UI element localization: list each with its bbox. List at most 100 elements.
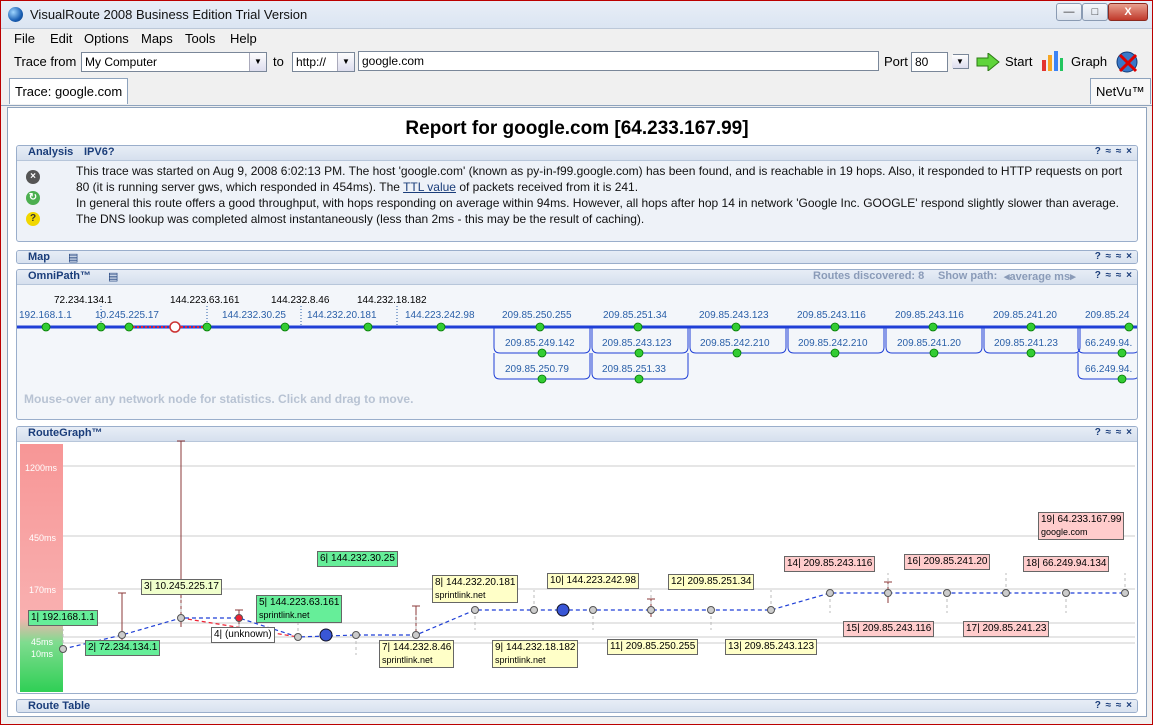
hop-point[interactable] — [118, 631, 126, 639]
omni-node[interactable] — [280, 322, 290, 332]
hop-label-box[interactable]: 11| 209.85.250.255 — [607, 639, 699, 655]
hop-point[interactable] — [589, 606, 597, 614]
minimize-button[interactable]: — — [1056, 3, 1082, 21]
hop-point[interactable] — [352, 631, 360, 639]
hop-point[interactable] — [530, 606, 538, 614]
hop-label-box[interactable]: 15| 209.85.243.116 — [843, 621, 935, 637]
unknown-hop-icon[interactable] — [169, 321, 181, 333]
menu-maps[interactable]: Maps — [141, 31, 173, 46]
protocol-select[interactable]: http:// ▼ — [292, 52, 355, 72]
start-arrow-icon[interactable] — [976, 53, 1000, 71]
panel-controls[interactable]: ? ≈ ≈ × — [1095, 251, 1133, 262]
omni-node[interactable] — [436, 322, 446, 332]
hop-label-box[interactable]: 12| 209.85.251.34 — [668, 574, 755, 590]
analysis-title[interactable]: Analysis — [28, 146, 73, 158]
menu-options[interactable]: Options — [84, 31, 129, 46]
omni-node[interactable] — [634, 374, 644, 384]
stop-globe-icon[interactable] — [1115, 50, 1141, 74]
route-table-title[interactable]: Route Table — [28, 700, 90, 712]
panel-controls[interactable]: ? ≈ ≈ × — [1095, 146, 1133, 157]
hop-label-box[interactable]: 18| 66.249.94.134 — [1023, 556, 1110, 572]
omni-node[interactable] — [1117, 374, 1127, 384]
omni-node[interactable] — [929, 348, 939, 358]
hop-label-box[interactable]: 16| 209.85.241.20 — [904, 554, 991, 570]
omni-node[interactable] — [634, 348, 644, 358]
omni-node[interactable] — [1124, 322, 1134, 332]
omni-node[interactable] — [732, 348, 742, 358]
hop-label-box[interactable]: 3| 10.245.225.17 — [141, 579, 222, 595]
maximize-button[interactable]: □ — [1082, 3, 1108, 21]
omni-node[interactable] — [363, 322, 373, 332]
omni-node[interactable] — [731, 322, 741, 332]
hop-point[interactable] — [471, 606, 479, 614]
hop-point[interactable] — [412, 631, 420, 639]
hop-point[interactable] — [1002, 589, 1010, 597]
hop-point[interactable] — [884, 589, 892, 597]
omni-node[interactable] — [537, 348, 547, 358]
help-icon[interactable]: ? — [26, 212, 40, 226]
hop-point[interactable] — [294, 633, 302, 641]
omni-node[interactable] — [96, 322, 106, 332]
hop-point[interactable] — [235, 614, 243, 622]
hop-label-box[interactable]: 9| 144.232.18.182 sprintlink.net — [492, 640, 579, 668]
hop-point[interactable] — [943, 589, 951, 597]
omni-node[interactable] — [1026, 322, 1036, 332]
hop-label-box[interactable]: 14| 209.85.243.116 — [784, 556, 876, 572]
network-change-icon[interactable] — [319, 628, 333, 642]
tab-netvu[interactable]: NetVu™ — [1090, 78, 1151, 104]
network-change-icon[interactable] — [556, 603, 570, 617]
ipv6-link[interactable]: IPV6? — [84, 146, 115, 158]
hop-label-box[interactable]: 17| 209.85.241.23 — [963, 621, 1050, 637]
chevron-down-icon[interactable]: ▼ — [337, 53, 354, 71]
hop-label-box[interactable]: 13| 209.85.243.123 — [725, 639, 818, 655]
menu-tools[interactable]: Tools — [185, 31, 215, 46]
menu-file[interactable]: File — [14, 31, 35, 46]
chevron-down-icon[interactable]: ▼ — [952, 55, 968, 68]
hop-point[interactable] — [59, 645, 67, 653]
hop-point[interactable] — [767, 606, 775, 614]
panel-controls[interactable]: ? ≈ ≈ × — [1095, 700, 1133, 711]
map-title[interactable]: Map — [28, 251, 50, 263]
hop-point[interactable] — [647, 606, 655, 614]
list-icon[interactable]: ▤ — [68, 251, 78, 263]
omni-node[interactable] — [124, 322, 134, 332]
graph-button[interactable]: Graph — [1071, 54, 1107, 69]
hop-label-box[interactable]: 5| 144.223.63.161 sprintlink.net — [256, 595, 343, 623]
omni-node[interactable] — [1026, 348, 1036, 358]
hop-point[interactable] — [1121, 589, 1129, 597]
hop-label-box[interactable]: 8| 144.232.20.181 sprintlink.net — [432, 575, 519, 603]
hop-label-box[interactable]: 10| 144.223.242.98 — [547, 573, 640, 589]
omni-node[interactable] — [830, 322, 840, 332]
hop-label-box[interactable]: 19| 64.233.167.99 google.com — [1038, 512, 1125, 540]
omni-node[interactable] — [535, 322, 545, 332]
omni-node[interactable] — [41, 322, 51, 332]
start-button[interactable]: Start — [1005, 54, 1032, 69]
omni-node[interactable] — [202, 322, 212, 332]
refresh-icon[interactable]: ↻ — [26, 191, 40, 205]
hop-label-box[interactable]: 7| 144.232.8.46 sprintlink.net — [379, 640, 455, 668]
trace-from-select[interactable]: My Computer ▼ — [81, 52, 267, 72]
tab-trace-google[interactable]: Trace: google.com — [9, 78, 129, 104]
graph-icon[interactable] — [1040, 50, 1064, 72]
close-circle-icon[interactable]: × — [26, 170, 40, 184]
port-dropdown[interactable]: ▼ — [952, 54, 969, 69]
hop-label-box[interactable]: 2| 72.234.134.1 — [85, 640, 161, 656]
hop-label-box[interactable]: 6| 144.232.30.25 — [317, 551, 398, 567]
menu-help[interactable]: Help — [230, 31, 257, 46]
ttl-link[interactable]: TTL value — [403, 180, 456, 194]
menu-edit[interactable]: Edit — [50, 31, 72, 46]
hop-point[interactable] — [1062, 589, 1070, 597]
omni-node[interactable] — [633, 322, 643, 332]
hop-label-box[interactable]: 1| 192.168.1.1 — [28, 610, 98, 626]
hop-point[interactable] — [707, 606, 715, 614]
omni-node[interactable] — [928, 322, 938, 332]
hop-point[interactable] — [177, 614, 185, 622]
hop-label-box[interactable]: 4| (unknown) — [211, 627, 275, 643]
close-window-button[interactable]: X — [1108, 3, 1148, 21]
chevron-down-icon[interactable]: ▼ — [249, 53, 266, 71]
omni-node[interactable] — [830, 348, 840, 358]
omni-node[interactable] — [537, 374, 547, 384]
port-input[interactable]: 80 — [911, 52, 948, 72]
omni-node[interactable] — [1117, 348, 1127, 358]
target-input[interactable]: google.com — [358, 51, 879, 71]
